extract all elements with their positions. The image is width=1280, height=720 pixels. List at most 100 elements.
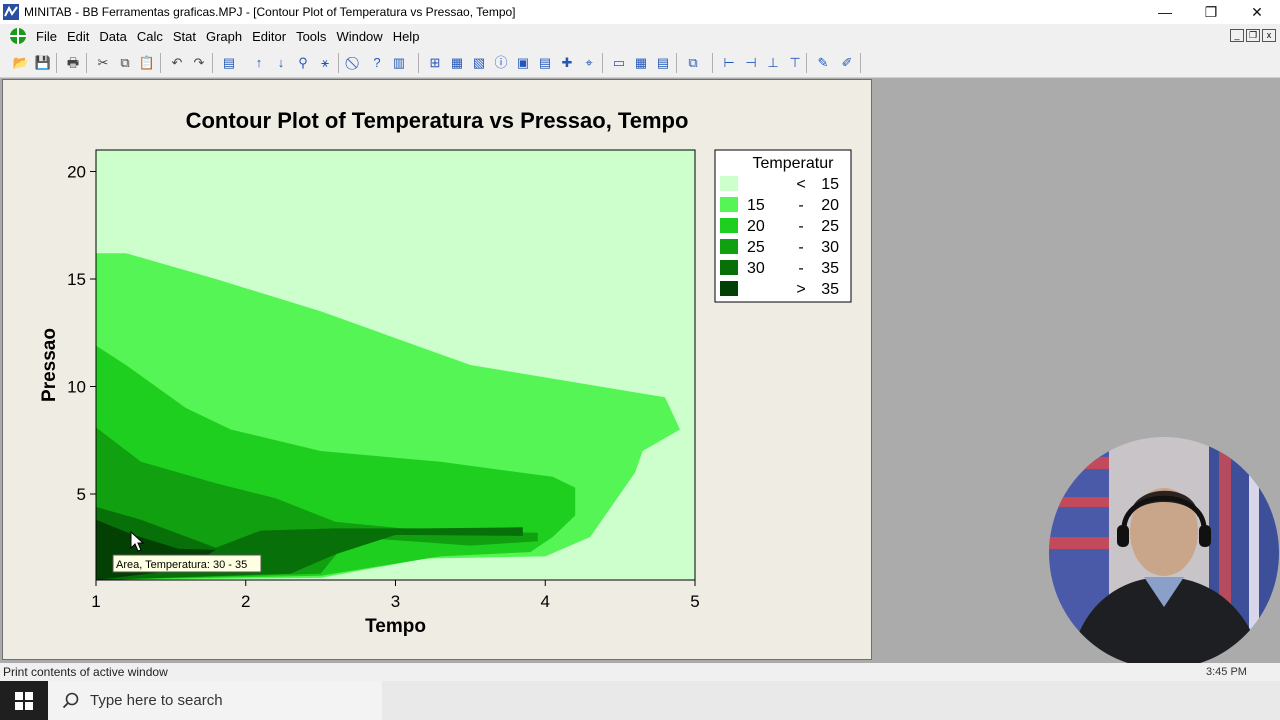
print-icon[interactable]: 🖶 xyxy=(64,54,82,72)
undo-icon[interactable]: ↶ xyxy=(168,54,186,72)
remove-icon[interactable]: ⊣ xyxy=(742,54,760,72)
legend-separator: - xyxy=(798,218,803,235)
y-tick-label: 10 xyxy=(67,378,86,397)
legend-separator: - xyxy=(798,260,803,277)
open-icon[interactable]: 📂 xyxy=(12,54,30,72)
toolbar-separator xyxy=(56,53,57,73)
table-icon[interactable]: ▤ xyxy=(654,54,672,72)
menu-help[interactable]: Help xyxy=(388,29,425,44)
toolbar-separator xyxy=(86,53,87,73)
title-bar: MINITAB - BB Ferramentas graficas.MPJ - … xyxy=(0,0,1280,24)
status-text: Print contents of active window xyxy=(3,665,168,679)
brush-icon[interactable]: ✚ xyxy=(558,54,576,72)
x-tick-label: 5 xyxy=(690,592,699,611)
x-tick-label: 3 xyxy=(391,592,400,611)
legend-separator: - xyxy=(798,197,803,214)
status-bar: Print contents of active window 3:45 PM xyxy=(0,663,1280,681)
legend-separator: - xyxy=(798,239,803,256)
legend-swatch xyxy=(720,218,738,233)
edit-attributes-icon[interactable]: ▭ xyxy=(610,54,628,72)
eraser-icon[interactable]: ✐ xyxy=(838,54,856,72)
help-icon[interactable]: ? xyxy=(368,54,386,72)
legend-range-high: 15 xyxy=(821,176,839,193)
search-icon xyxy=(62,692,79,708)
cut-icon[interactable]: ✂ xyxy=(94,54,112,72)
legend-range-high: 35 xyxy=(821,260,839,277)
legend-range-low: 15 xyxy=(747,197,765,214)
paste-icon[interactable]: 📋 xyxy=(138,54,156,72)
legend-range-high: 25 xyxy=(821,218,839,235)
menu-edit[interactable]: Edit xyxy=(62,29,94,44)
toolbar-separator xyxy=(602,53,603,73)
save-icon[interactable]: 💾 xyxy=(34,54,52,72)
find-replace-icon[interactable]: ⚹ xyxy=(316,54,334,72)
mdi-close-button[interactable]: x xyxy=(1262,29,1276,42)
legend-separator: > xyxy=(796,281,805,298)
menu-window[interactable]: Window xyxy=(331,29,387,44)
menu-tools[interactable]: Tools xyxy=(291,29,331,44)
menu-stat[interactable]: Stat xyxy=(168,29,201,44)
x-tick-label: 1 xyxy=(91,592,100,611)
presenter-video xyxy=(1049,437,1279,669)
history-icon[interactable]: ▣ xyxy=(514,54,532,72)
mdi-restore-button[interactable]: ❐ xyxy=(1246,29,1260,42)
menu-editor[interactable]: Editor xyxy=(247,29,291,44)
info-icon[interactable]: ⓘ xyxy=(492,54,510,72)
legend-range-low: 30 xyxy=(747,260,765,277)
manage-icon[interactable]: ▥ xyxy=(390,54,408,72)
start-button[interactable] xyxy=(0,681,48,720)
legend-range-high: 35 xyxy=(821,281,839,298)
binoculars-icon[interactable]: ⚲ xyxy=(294,54,312,72)
add-icon[interactable]: ⊢ xyxy=(720,54,738,72)
tools-icon[interactable]: ⊤ xyxy=(786,54,804,72)
copy-icon[interactable]: ⧉ xyxy=(116,54,134,72)
menu-calc[interactable]: Calc xyxy=(132,29,168,44)
legend-swatch xyxy=(720,176,738,191)
cancel-icon[interactable]: ⃠ xyxy=(346,54,364,72)
menu-bar: File Edit Data Calc Stat Graph Editor To… xyxy=(0,24,1280,48)
menu-file[interactable]: File xyxy=(31,29,62,44)
legend-range-low: 25 xyxy=(747,239,765,256)
menu-data[interactable]: Data xyxy=(94,29,131,44)
toolbar-separator xyxy=(712,53,713,73)
contour-chart: Contour Plot of Temperatura vs Pressao, … xyxy=(39,108,852,637)
graph-window-icon[interactable] xyxy=(9,27,27,45)
legend-swatch xyxy=(720,260,738,275)
down-arrow-icon[interactable]: ↓ xyxy=(272,54,290,72)
mdi-minimize-button[interactable]: _ xyxy=(1230,29,1244,42)
redo-icon[interactable]: ↷ xyxy=(190,54,208,72)
report-pad-icon[interactable]: ▤ xyxy=(536,54,554,72)
legend-separator: < xyxy=(796,176,805,193)
minimize-button[interactable]: — xyxy=(1142,0,1188,24)
session-window-icon[interactable]: ▤ xyxy=(220,54,238,72)
graph-window[interactable]: Contour Plot of Temperatura vs Pressao, … xyxy=(2,79,872,660)
minitab-app-icon xyxy=(3,4,19,20)
menu-graph[interactable]: Graph xyxy=(201,29,247,44)
legend-swatch xyxy=(720,239,738,254)
options-icon[interactable]: ⊥ xyxy=(764,54,782,72)
legend-range-high: 30 xyxy=(821,239,839,256)
status-clock: 3:45 PM xyxy=(1206,666,1247,678)
pen-icon[interactable]: ✎ xyxy=(814,54,832,72)
restore-button[interactable]: ❐ xyxy=(1188,0,1234,24)
tile-icon[interactable]: ⧉ xyxy=(684,54,702,72)
tooltip-text: Area, Temperatura: 30 - 35 xyxy=(116,559,247,571)
legend-title: Temperatur xyxy=(753,155,835,172)
close-button[interactable]: ✕ xyxy=(1234,0,1280,24)
layout-icon[interactable]: ▧ xyxy=(470,54,488,72)
toolbar: 📂💾🖶✂⧉📋↶↷▤↑↓⚲⚹⃠?▥⊞▦▧ⓘ▣▤✚⌖▭▦▤⧉⊢⊣⊥⊤✎✐ xyxy=(0,48,1280,78)
y-tick-label: 5 xyxy=(77,485,86,504)
toolbar-separator xyxy=(860,53,861,73)
taskbar-search-box[interactable]: Type here to search xyxy=(48,681,382,720)
x-axis-label: Tempo xyxy=(365,616,426,637)
new-graph-icon[interactable]: ⊞ xyxy=(426,54,444,72)
window-title: MINITAB - BB Ferramentas graficas.MPJ - … xyxy=(24,5,516,19)
up-arrow-icon[interactable]: ↑ xyxy=(250,54,268,72)
x-tick-label: 2 xyxy=(241,592,250,611)
select-icon[interactable]: ⌖ xyxy=(580,54,598,72)
worksheet-icon[interactable]: ▦ xyxy=(448,54,466,72)
toolbar-separator xyxy=(806,53,807,73)
data-window-icon[interactable]: ▦ xyxy=(632,54,650,72)
windows-logo-icon xyxy=(15,691,33,710)
search-placeholder: Type here to search xyxy=(90,692,223,709)
